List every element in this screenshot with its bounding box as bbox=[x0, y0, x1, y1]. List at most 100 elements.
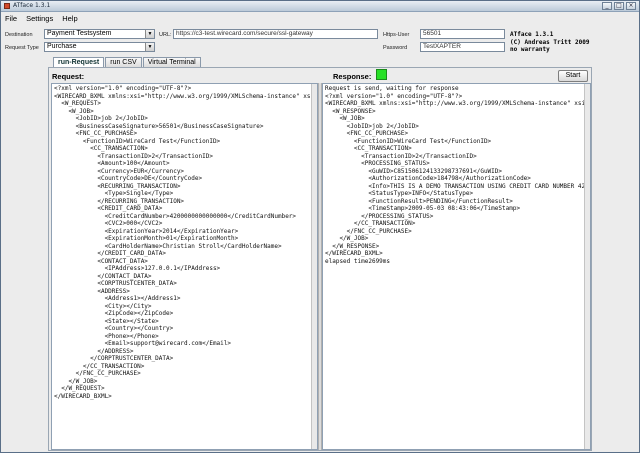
response-line: <JobID>job 2</JobID> bbox=[325, 122, 419, 130]
request-line: </W_REQUEST> bbox=[54, 385, 105, 392]
response-line: <W_JOB> bbox=[325, 115, 365, 122]
response-line: <W_RESPONSE> bbox=[325, 107, 376, 115]
request-line: <State></State> bbox=[54, 317, 159, 325]
response-line: <PROCESSING_STATUS> bbox=[325, 160, 430, 167]
https-user-label: Https-User bbox=[383, 32, 410, 38]
request-line: <ADDRESS> bbox=[54, 287, 130, 295]
destination-select[interactable]: Payment Testsystem ▼ bbox=[44, 29, 155, 39]
request-line: <TransactionID>2</TransactionID> bbox=[54, 152, 213, 160]
request-line: <ZipCode></ZipCode> bbox=[54, 310, 174, 317]
menu-help[interactable]: Help bbox=[62, 14, 77, 23]
brand-warranty: no warranty bbox=[510, 46, 550, 53]
destination-label: Destination bbox=[5, 32, 33, 38]
menu-settings[interactable]: Settings bbox=[26, 14, 53, 23]
start-button[interactable]: Start bbox=[558, 70, 588, 82]
chevron-down-icon: ▼ bbox=[145, 43, 154, 51]
request-line: </CC_TRANSACTION> bbox=[54, 362, 145, 370]
password-label: Password bbox=[383, 45, 408, 51]
request-line: </W_JOB> bbox=[54, 377, 98, 385]
brand-info: ATface 1.3.1 (C) Andreas Tritt 2009 no w… bbox=[510, 31, 589, 54]
https-user-input[interactable]: 56501 bbox=[420, 29, 505, 39]
request-line: <JobID>job 2</JobID> bbox=[54, 115, 148, 122]
url-label: URL: bbox=[159, 32, 172, 38]
request-line: <CardHolderName>Christian Stroll</CardHo… bbox=[54, 242, 282, 250]
request-line: <CONTACT_DATA> bbox=[54, 257, 148, 265]
app-window: ATface 1.3.1 _ □ × File Settings Help De… bbox=[0, 0, 640, 453]
request-line: <FNC_CC_PURCHASE> bbox=[54, 130, 138, 137]
request-line: <Currency>EUR</Currency> bbox=[54, 167, 185, 175]
response-line: </W_JOB> bbox=[325, 235, 369, 242]
request-line: <CVC2>000</CVC2> bbox=[54, 220, 163, 227]
response-line: Request is send, waiting for response bbox=[325, 85, 459, 92]
response-line: <TransactionID>2</TransactionID> bbox=[325, 152, 477, 160]
request-line: </WIRECARD_BXML> bbox=[54, 392, 112, 400]
request-line: <RECURRING_TRANSACTION> bbox=[54, 182, 181, 190]
request-line: <Email>support@wirecard.com</Email> bbox=[54, 340, 232, 347]
chevron-down-icon: ▼ bbox=[145, 30, 154, 38]
request-line: <WIRECARD_BXML xmlns:xsi="http://www.w3.… bbox=[54, 92, 318, 100]
request-type-value: Purchase bbox=[47, 43, 77, 50]
request-line: <ExpirationYear>2014</ExpirationYear> bbox=[54, 227, 239, 235]
request-line: <CREDIT_CARD_DATA> bbox=[54, 205, 163, 212]
tab-bar: run-Request run CSV Virtual Terminal bbox=[53, 57, 201, 67]
response-xml: Request is send, waiting for response <?x… bbox=[325, 85, 591, 265]
request-line: <CountryCode>DE</CountryCode> bbox=[54, 175, 203, 182]
tab-run-csv[interactable]: run CSV bbox=[105, 57, 142, 67]
request-xml: <?xml version="1.0" encoding="UTF-8"?> <W… bbox=[54, 85, 318, 400]
response-label: Response: bbox=[333, 72, 372, 81]
request-line: <Address1></Address1> bbox=[54, 295, 181, 302]
response-line: </W_RESPONSE> bbox=[325, 242, 380, 250]
request-line: <BusinessCaseSignature>56501</BusinessCa… bbox=[54, 122, 264, 130]
response-line: <StatusType>INFO</StatusType> bbox=[325, 190, 474, 197]
brand-title: ATface 1.3.1 bbox=[510, 31, 554, 38]
request-line: <CORPTRUSTCENTER_DATA> bbox=[54, 280, 177, 287]
request-line: </CORPTRUSTCENTER_DATA> bbox=[54, 355, 174, 362]
app-icon bbox=[4, 3, 10, 9]
request-line: <?xml version="1.0" encoding="UTF-8"?> bbox=[54, 85, 192, 92]
response-line: </CC_TRANSACTION> bbox=[325, 220, 416, 227]
response-line: </PROCESSING_STATUS> bbox=[325, 212, 434, 220]
tab-run-request[interactable]: run-Request bbox=[53, 57, 105, 67]
request-line: <W_JOB> bbox=[54, 107, 94, 115]
tab-virtual-terminal[interactable]: Virtual Terminal bbox=[142, 57, 201, 67]
request-line: <IPAddress>127.0.0.1</IPAddress> bbox=[54, 265, 221, 272]
close-button[interactable]: × bbox=[626, 2, 636, 10]
request-line: </CREDIT_CARD_DATA> bbox=[54, 250, 166, 257]
request-line: <City></City> bbox=[54, 302, 152, 310]
menu-bar: File Settings Help bbox=[1, 12, 639, 25]
request-line: <ExpirationMonth>01</ExpirationMonth> bbox=[54, 235, 239, 242]
request-line: <Country></Country> bbox=[54, 325, 174, 332]
response-line: <TimeStamp>2009-05-03 08:43:06</TimeStam… bbox=[325, 205, 521, 212]
url-input[interactable]: https://c3-test.wirecard.com/secure/ssl-… bbox=[173, 29, 378, 39]
request-line: <CreditCardNumber>4200000000000000</Cred… bbox=[54, 212, 297, 220]
request-line: </CONTACT_DATA> bbox=[54, 272, 152, 280]
request-line: <CC_TRANSACTION> bbox=[54, 145, 148, 152]
response-line: elapsed time2699ms bbox=[325, 257, 391, 265]
response-line: <?xml version="1.0" encoding="UTF-8"?> bbox=[325, 92, 463, 100]
minimize-button[interactable]: _ bbox=[602, 2, 612, 10]
menu-file[interactable]: File bbox=[5, 14, 17, 23]
request-line: <W_REQUEST> bbox=[54, 100, 101, 107]
window-title: ATface 1.3.1 bbox=[13, 2, 51, 9]
request-textarea[interactable]: <?xml version="1.0" encoding="UTF-8"?> <W… bbox=[51, 83, 318, 450]
response-vertical-scrollbar[interactable] bbox=[584, 84, 590, 449]
brand-copyright: (C) Andreas Tritt 2009 bbox=[510, 38, 590, 46]
request-line: <Amount>100</Amount> bbox=[54, 160, 170, 167]
response-line: </FNC_CC_PURCHASE> bbox=[325, 227, 412, 235]
response-line: <FunctionResult>PENDING</FunctionResult> bbox=[325, 197, 513, 205]
password-input[interactable]: TestXAPTER bbox=[420, 42, 505, 52]
maximize-button[interactable]: □ bbox=[614, 2, 624, 10]
response-textarea[interactable]: Request is send, waiting for response <?x… bbox=[322, 83, 591, 450]
request-type-label: Request Type bbox=[5, 45, 39, 51]
title-bar: ATface 1.3.1 _ □ × bbox=[1, 1, 639, 12]
response-line: <FNC_CC_PURCHASE> bbox=[325, 130, 409, 137]
response-line: <FunctionID>WireCard Test</FunctionID> bbox=[325, 137, 492, 145]
request-line: <Type>Single</Type> bbox=[54, 190, 174, 197]
response-line: <AuthorizationCode>184798</Authorization… bbox=[325, 175, 531, 182]
request-vertical-scrollbar[interactable] bbox=[311, 84, 317, 449]
request-line: </ADDRESS> bbox=[54, 347, 134, 355]
destination-value: Payment Testsystem bbox=[47, 30, 112, 37]
response-line: <GuWID>C851506124133298737691</GuWID> bbox=[325, 167, 503, 175]
response-line: <WIRECARD_BXML xmlns:xsi="http://www.w3.… bbox=[325, 100, 591, 107]
request-type-select[interactable]: Purchase ▼ bbox=[44, 42, 155, 52]
